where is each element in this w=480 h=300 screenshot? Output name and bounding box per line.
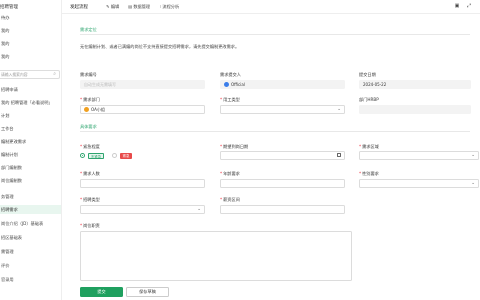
expected-date-picker[interactable] (220, 151, 345, 160)
sidebar-search-input[interactable]: 请输入搜索内容 ⌕ (0, 70, 60, 79)
table-icon: ▤ (128, 4, 132, 9)
chevron-down-icon: ⌄ (337, 107, 341, 112)
chevron-down-icon: ⌄ (197, 207, 201, 212)
fullscreen-icon[interactable]: ⤢ (466, 3, 472, 10)
sidebar-item[interactable]: 我的 (0, 26, 61, 35)
sidebar-item[interactable]: 我的 (0, 39, 61, 48)
dept-label: *需求部门 (80, 97, 100, 102)
sidebar-item[interactable]: 待办 (0, 13, 61, 22)
chart-icon: ⫶ (160, 4, 162, 9)
job-duties-textarea[interactable] (80, 231, 352, 281)
chevron-down-icon: ⌄ (471, 181, 475, 186)
sidebar-item[interactable]: 招聘申请 (0, 85, 61, 94)
sidebar-item[interactable]: 我的 (0, 52, 61, 61)
urgent-radio-yes[interactable] (112, 153, 117, 158)
salary-range-input[interactable] (220, 205, 345, 214)
flow-analysis-link[interactable]: ⫶ 流程分析 (160, 4, 179, 10)
sidebar-item[interactable]: 岗位介绍（JD）基础表 (0, 219, 61, 228)
gender-label: *性别要求 (359, 171, 379, 176)
sidebar-item[interactable]: 工作台 (0, 124, 61, 133)
user-avatar-icon (224, 82, 229, 87)
employee-type-label: *用工类型 (220, 97, 240, 102)
search-icon: ⌕ (53, 71, 56, 77)
submit-date-label: 提交日期 (359, 72, 376, 77)
expected-date-label: *期望到岗日期 (220, 144, 249, 149)
req-no-label: 需求编号 (80, 72, 97, 77)
chevron-down-icon: ⌄ (471, 153, 475, 158)
region-label: *需求区域 (359, 144, 379, 149)
section-divider (80, 34, 470, 35)
sidebar-search-placeholder: 请输入搜索内容 (1, 72, 28, 77)
age-input[interactable] (220, 179, 345, 188)
headcount-input[interactable] (80, 179, 205, 188)
job-duties-label: *岗位职责 (80, 223, 100, 228)
calendar-icon (337, 153, 341, 157)
tag-urgent[interactable]: 紧急 (120, 152, 132, 159)
urgent-radio-no[interactable] (80, 153, 85, 158)
dept-field[interactable]: OA小组 (80, 105, 205, 114)
page-title: 发起流程 (70, 5, 88, 10)
save-icon[interactable]: ▣ (454, 3, 460, 10)
tag-not-urgent[interactable]: 不紧急 (88, 152, 104, 159)
submit-button[interactable]: 提交 (80, 287, 123, 297)
sidebar-title: 招聘管理 (0, 5, 18, 10)
flow-analysis-label: 流程分析 (162, 4, 180, 9)
topbar: 发起流程 ✎ 编辑 ▤ 数据管理 ⫶ 流程分析 ▣ ⤢ (62, 0, 480, 14)
edit-link[interactable]: ✎ 编辑 (106, 4, 119, 10)
notice-text: 无在编制计划、或者已满编的岗位不支持直接提交招聘需求，请先提交编制更改需求。 (80, 44, 240, 49)
req-no-field: 自动生成无需填写 (80, 80, 205, 89)
headcount-label: *需求人数 (80, 171, 100, 176)
age-label: *年龄要求 (220, 171, 240, 176)
form-content: 需求定位 无在编制计划、或者已满编的岗位不支持直接提交招聘需求，请先提交编制更改… (62, 14, 480, 300)
recruit-type-label: *招聘类型 (80, 197, 100, 202)
submitter-value: Official (231, 82, 245, 87)
region-select[interactable]: ⌄ (359, 151, 479, 160)
submitter-label: 需求提交人 (220, 72, 241, 77)
submit-date-value: 2024-05-22 (363, 82, 387, 87)
sidebar-item[interactable]: 计划 (0, 111, 61, 120)
app-root: 招聘管理 待办 我的 我的 我的 请输入搜索内容 ⌕ 招聘申请 我的 招聘管理「… (0, 0, 480, 300)
sidebar-item[interactable]: 招区基础表 (0, 233, 61, 242)
sidebar-item[interactable]: 编制计划 (0, 150, 61, 159)
save-draft-button[interactable]: 保存草稿 (126, 287, 169, 297)
recruit-type-select[interactable]: ⌄ (80, 205, 205, 214)
section-divider (80, 131, 470, 132)
submit-date-field: 2024-05-22 (359, 80, 471, 89)
sidebar-item[interactable]: 需管理 (0, 247, 61, 256)
sidebar-item[interactable]: 部门编制数 (0, 163, 61, 172)
submitter-field[interactable]: Official (220, 80, 345, 89)
hrbp-label: 部门HRBP (359, 97, 379, 102)
data-manage-label: 数据管理 (133, 4, 151, 9)
gender-select[interactable]: ⌄ (359, 179, 479, 188)
sidebar: 招聘管理 待办 我的 我的 我的 请输入搜索内容 ⌕ 招聘申请 我的 招聘管理「… (0, 0, 62, 300)
hrbp-field (359, 105, 471, 114)
urgent-label: *紧急程度 (80, 144, 100, 149)
section-title-requirements: 具体要求 (80, 124, 97, 129)
salary-range-label: *薪资区间 (220, 197, 240, 202)
sidebar-item-active[interactable]: 招聘需求 (0, 205, 61, 214)
sidebar-item[interactable]: 岗位编制数 (0, 176, 61, 185)
sidebar-item[interactable]: 我的 招聘管理「必看说明」 (0, 98, 61, 107)
org-icon (84, 107, 89, 112)
sidebar-item[interactable]: 务管理 (0, 192, 61, 201)
req-no-placeholder: 自动生成无需填写 (84, 82, 116, 87)
edit-icon: ✎ (106, 4, 110, 9)
section-title-position: 需求定位 (80, 27, 97, 32)
dept-value: OA小组 (91, 107, 105, 112)
sidebar-item[interactable]: 编制更改需求 (0, 137, 61, 146)
sidebar-item[interactable]: 评价 (0, 261, 61, 270)
sidebar-item[interactable]: 官录用 (0, 275, 61, 284)
data-manage-link[interactable]: ▤ 数据管理 (128, 4, 150, 10)
employee-type-select[interactable]: ⌄ (220, 105, 345, 114)
edit-label: 编辑 (110, 4, 120, 9)
